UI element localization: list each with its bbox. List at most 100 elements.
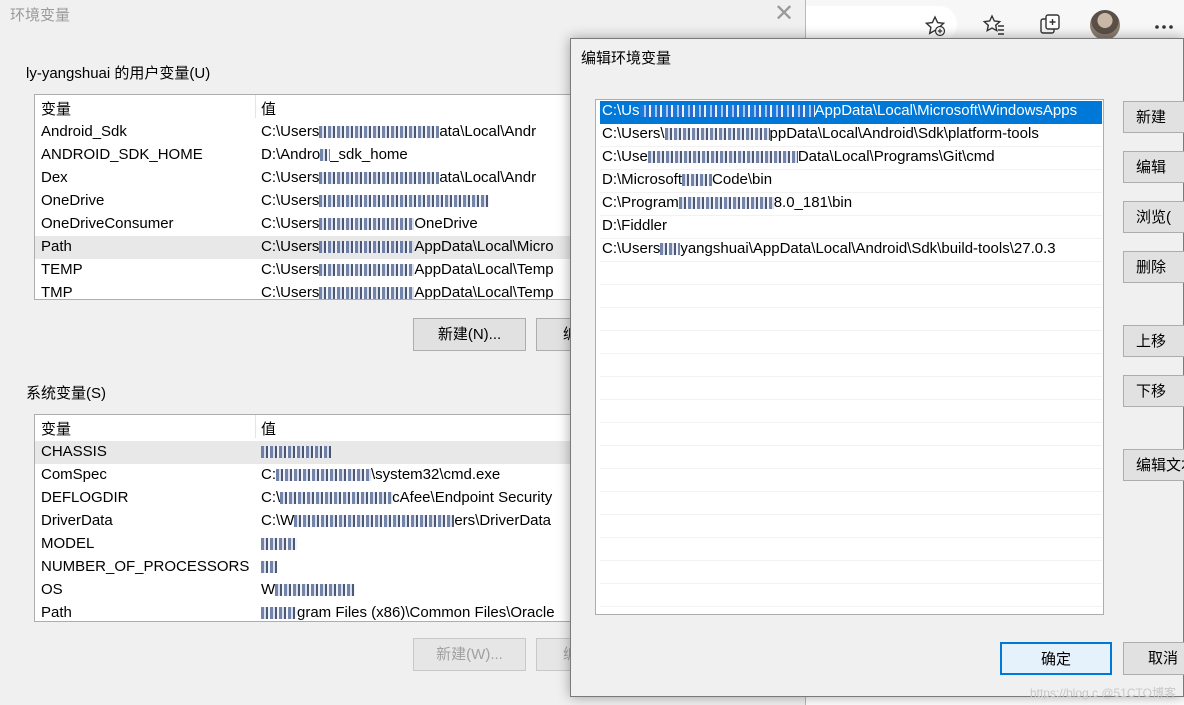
variable-value: D:\Andro _sdk_home (261, 146, 408, 163)
variable-value: gram Files (x86)\Common Files\Oracle (261, 604, 555, 621)
variable-name: DEFLOGDIR (41, 489, 129, 506)
path-entries-list[interactable]: C:\Us AppData\Local\Microsoft\WindowsApps… (595, 99, 1104, 615)
variable-value: C:\Users AppData\Local\Micro (261, 238, 554, 255)
variable-name: CHASSIS (41, 443, 107, 460)
variable-value: C:\Users AppData\Local\Temp (261, 261, 554, 278)
close-icon[interactable]: ✕ (774, 2, 794, 26)
variable-name: Dex (41, 169, 68, 186)
dialog-title: 环境变量 (10, 7, 71, 24)
list-header: 变量 值 (35, 95, 595, 119)
empty-row[interactable] (600, 469, 1102, 492)
move-down-button[interactable]: 下移 (1123, 375, 1184, 407)
variable-name: Path (41, 604, 72, 621)
empty-row[interactable] (600, 354, 1102, 377)
variable-value: W (261, 581, 356, 598)
edit-text-button[interactable]: 编辑文本 (1123, 449, 1184, 481)
variable-name: Android_Sdk (41, 123, 127, 140)
variable-value: C:\Users OneDrive (261, 215, 478, 232)
table-row[interactable]: OneDrive C:\Users (35, 190, 595, 213)
variable-value: C:\Users ata\Local\Andr (261, 123, 537, 140)
list-item[interactable]: D:\Microsoft Code\bin (600, 170, 1102, 193)
system-new-button[interactable]: 新建(W)... (413, 638, 526, 671)
list-item[interactable]: C:\Use Data\Local\Programs\Git\cmd (600, 147, 1102, 170)
table-row[interactable]: Android_Sdk C:\Users ata\Local\Andr (35, 121, 595, 144)
system-variables-list[interactable]: 变量 值 CHASSIS ComSpec C: \system32\cmd.exe… (34, 414, 596, 622)
variable-value (261, 558, 277, 575)
variable-name: TEMP (41, 261, 83, 278)
empty-row[interactable] (600, 584, 1102, 607)
list-item[interactable]: C:\Users\ ppData\Local\Android\Sdk\platfo… (600, 124, 1102, 147)
empty-row[interactable] (600, 262, 1102, 285)
table-row[interactable]: OneDriveConsumer C:\Users OneDrive (35, 213, 595, 236)
variable-name: TMP (41, 284, 73, 300)
table-row[interactable]: DriverData C:\W ers\DriverData (35, 510, 595, 533)
empty-row[interactable] (600, 515, 1102, 538)
column-header-variable[interactable]: 变量 (41, 418, 71, 439)
table-row[interactable]: MODEL (35, 533, 595, 556)
variable-name: DriverData (41, 512, 113, 529)
empty-row[interactable] (600, 492, 1102, 515)
favorites-icon[interactable] (980, 11, 1008, 39)
variable-value: C:\W ers\DriverData (261, 512, 552, 529)
table-row[interactable]: Dex C:\Users ata\Local\Andr (35, 167, 595, 190)
empty-row[interactable] (600, 423, 1102, 446)
edit-path-button[interactable]: 编辑 (1123, 151, 1184, 183)
table-row[interactable]: TMP C:\Users AppData\Local\Temp (35, 282, 595, 300)
browse-button[interactable]: 浏览( (1123, 201, 1184, 233)
variable-name: ComSpec (41, 466, 107, 483)
list-item[interactable]: C:\Program 8.0_181\bin (600, 193, 1102, 216)
system-variables-title: 系统变量(S) (26, 385, 106, 402)
variable-value (261, 443, 331, 460)
table-row[interactable]: Path gram Files (x86)\Common Files\Oracl… (35, 602, 595, 621)
variable-name: ANDROID_SDK_HOME (41, 146, 203, 163)
user-variables-list[interactable]: 变量 值 Android_Sdk C:\Users ata\Local\Andr … (34, 94, 596, 300)
variable-value (261, 535, 297, 552)
profile-avatar[interactable] (1090, 10, 1120, 40)
more-menu-icon[interactable] (1150, 11, 1178, 39)
table-row[interactable]: NUMBER_OF_PROCESSORS (35, 556, 595, 579)
column-header-value[interactable]: 值 (261, 418, 276, 439)
user-new-button[interactable]: 新建(N)... (413, 318, 526, 351)
add-favorite-icon[interactable] (921, 12, 949, 40)
empty-row[interactable] (600, 538, 1102, 561)
variable-name: MODEL (41, 535, 95, 552)
empty-row[interactable] (600, 285, 1102, 308)
empty-row[interactable] (600, 331, 1102, 354)
user-variables-title: ly-yangshuai 的用户变量(U) (26, 65, 211, 82)
table-row[interactable]: DEFLOGDIR C:\ cAfee\Endpoint Security (35, 487, 595, 510)
watermark: https://blog.c @51CTO博客 (1029, 686, 1176, 700)
ok-button[interactable]: 确定 (1000, 642, 1112, 675)
table-row-selected[interactable]: Path C:\Users AppData\Local\Micro (35, 236, 595, 259)
table-row-selected[interactable]: CHASSIS (35, 441, 595, 464)
column-header-value[interactable]: 值 (261, 98, 276, 119)
variable-name: OneDrive (41, 192, 105, 209)
variable-value: C:\Users ata\Local\Andr (261, 169, 537, 186)
variable-name: OneDriveConsumer (41, 215, 174, 232)
variable-name: NUMBER_OF_PROCESSORS (41, 558, 250, 575)
collections-icon[interactable] (1036, 11, 1064, 39)
empty-row[interactable] (600, 400, 1102, 423)
move-up-button[interactable]: 上移 (1123, 325, 1184, 357)
list-item-selected[interactable]: C:\Us AppData\Local\Microsoft\WindowsApps (600, 101, 1102, 124)
empty-row[interactable] (600, 308, 1102, 331)
list-header: 变量 值 (35, 415, 595, 439)
variable-value: C:\ cAfee\Endpoint Security (261, 489, 553, 506)
table-row[interactable]: TEMP C:\Users AppData\Local\Temp (35, 259, 595, 282)
variable-value: C:\Users AppData\Local\Temp (261, 284, 554, 300)
list-item[interactable]: D:\Fiddler (600, 216, 1102, 239)
table-row[interactable]: OS W (35, 579, 595, 602)
list-item[interactable]: C:\Users yangshuai\AppData\Local\Android\… (600, 239, 1102, 262)
empty-row[interactable] (600, 377, 1102, 400)
table-row[interactable]: ANDROID_SDK_HOME D:\Andro _sdk_home (35, 144, 595, 167)
variable-value: C: \system32\cmd.exe (261, 466, 501, 483)
new-path-button[interactable]: 新建 (1123, 101, 1184, 133)
delete-button[interactable]: 删除 (1123, 251, 1184, 283)
cancel-button[interactable]: 取消 (1123, 642, 1184, 675)
empty-row[interactable] (600, 446, 1102, 469)
table-row[interactable]: ComSpec C: \system32\cmd.exe (35, 464, 595, 487)
column-header-variable[interactable]: 变量 (41, 98, 71, 119)
variable-name: Path (41, 238, 72, 255)
variable-value: C:\Users (261, 192, 490, 209)
dialog-title: 编辑环境变量 (581, 50, 672, 67)
empty-row[interactable] (600, 561, 1102, 584)
